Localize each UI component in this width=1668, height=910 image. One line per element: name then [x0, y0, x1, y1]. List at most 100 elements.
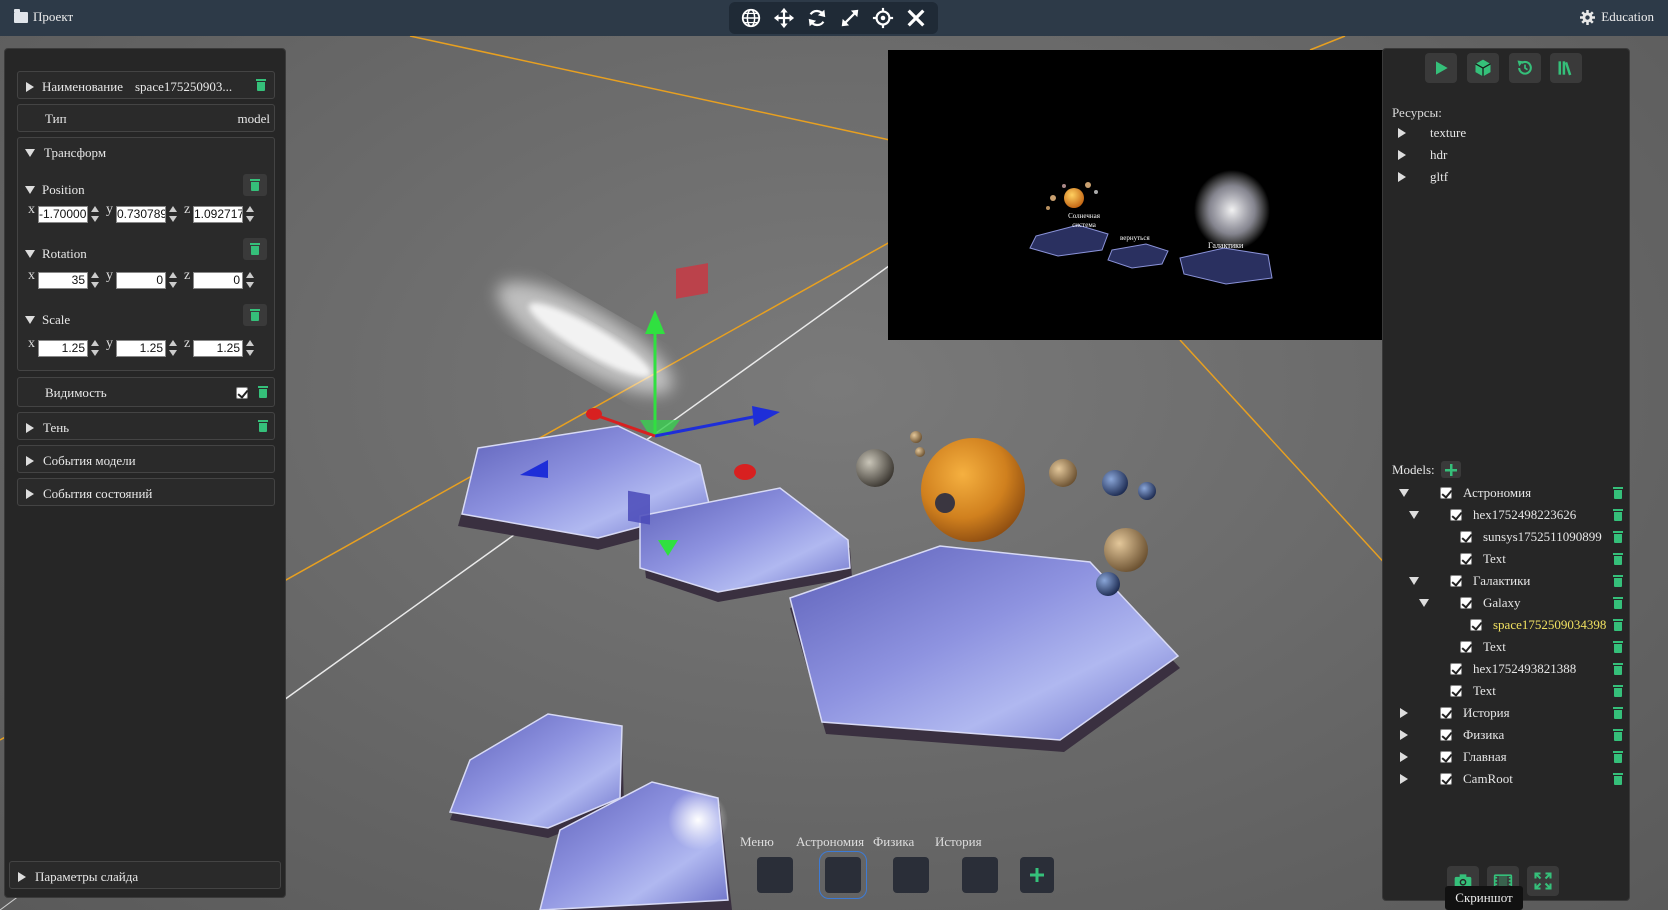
library-button[interactable] [1550, 53, 1582, 83]
visibility-checkbox[interactable] [1440, 773, 1452, 785]
add-slide-button[interactable] [1020, 857, 1054, 893]
expand-arrow-icon[interactable] [1400, 708, 1408, 718]
slide-thumbnail[interactable] [757, 857, 793, 893]
position-y-input[interactable]: 0.730789 [116, 206, 166, 223]
rotation-y-spinner[interactable] [169, 271, 177, 289]
add-model-button[interactable] [1440, 461, 1461, 478]
rotation-y-input[interactable]: 0 [116, 272, 166, 289]
trash-icon[interactable] [1613, 773, 1623, 785]
visibility-checkbox[interactable] [1450, 685, 1462, 697]
position-z-spinner[interactable] [246, 205, 254, 223]
visibility-checkbox[interactable] [1470, 619, 1482, 631]
scale-icon[interactable] [836, 4, 864, 32]
scale-x-spinner[interactable] [91, 339, 99, 357]
expand-arrow-icon[interactable] [1400, 752, 1408, 762]
tree-node[interactable]: Главная [1383, 747, 1629, 767]
position-y-spinner[interactable] [169, 205, 177, 223]
trash-icon[interactable] [258, 420, 268, 432]
move-icon[interactable] [770, 4, 798, 32]
model-events-row[interactable]: События модели [17, 445, 275, 473]
scale-z-spinner[interactable] [246, 339, 254, 357]
scale-x-input[interactable]: 1.25 [38, 340, 88, 357]
visibility-checkbox[interactable] [1460, 531, 1472, 543]
model-library-button[interactable] [1467, 53, 1499, 83]
visibility-checkbox[interactable] [236, 387, 248, 399]
tree-node[interactable]: Galaxy [1383, 593, 1629, 613]
collapse-arrow-icon[interactable] [1419, 599, 1429, 607]
scale-y-input[interactable]: 1.25 [116, 340, 166, 357]
rotation-header[interactable]: Rotation [25, 246, 87, 262]
tree-node[interactable]: Галактики [1383, 571, 1629, 591]
visibility-checkbox[interactable] [1440, 707, 1452, 719]
slide-thumbnail[interactable] [962, 857, 998, 893]
education-button[interactable]: Education [1580, 9, 1654, 25]
delete-model-icon[interactable] [256, 79, 266, 91]
trash-icon[interactable] [1613, 751, 1623, 763]
trash-icon[interactable] [1613, 531, 1623, 543]
rotation-x-spinner[interactable] [91, 271, 99, 289]
trash-icon[interactable] [1613, 509, 1623, 521]
trash-icon[interactable] [1613, 685, 1623, 697]
visibility-checkbox[interactable] [1460, 553, 1472, 565]
position-x-input[interactable]: -1.70000 [38, 206, 88, 223]
tree-node[interactable]: space1752509034398 [1383, 615, 1629, 635]
scale-z-input[interactable]: 1.25 [193, 340, 243, 357]
visibility-checkbox[interactable] [1440, 751, 1452, 763]
slide-params-row[interactable]: Параметры слайда [9, 861, 281, 889]
tree-node[interactable]: Физика [1383, 725, 1629, 745]
tree-node[interactable]: История [1383, 703, 1629, 723]
collapse-arrow-icon[interactable] [1409, 577, 1419, 585]
visibility-checkbox[interactable] [1440, 729, 1452, 741]
globe-icon[interactable] [737, 4, 765, 32]
visibility-checkbox[interactable] [1460, 597, 1472, 609]
trash-icon[interactable] [1613, 487, 1623, 499]
tree-node[interactable]: Text [1383, 549, 1629, 569]
trash-icon[interactable] [1613, 707, 1623, 719]
tree-node[interactable]: Text [1383, 681, 1629, 701]
name-row[interactable]: Наименование space175250903... [17, 71, 275, 99]
focus-icon[interactable] [869, 4, 897, 32]
rotate-icon[interactable] [803, 4, 831, 32]
tree-node[interactable]: Астрономия [1383, 483, 1629, 503]
trash-icon[interactable] [1613, 663, 1623, 675]
visibility-checkbox[interactable] [1450, 575, 1462, 587]
reset-scale-button[interactable] [243, 304, 267, 326]
rotation-z-input[interactable]: 0 [193, 272, 243, 289]
slide-thumbnail[interactable] [819, 851, 867, 899]
resource-folder[interactable]: texture [1398, 123, 1466, 143]
fullscreen-button[interactable] [1527, 866, 1559, 896]
trash-icon[interactable] [1613, 641, 1623, 653]
scale-header[interactable]: Scale [25, 312, 70, 328]
close-icon[interactable] [902, 4, 930, 32]
collapse-arrow-icon[interactable] [1399, 489, 1409, 497]
play-button[interactable] [1425, 53, 1457, 83]
project-button[interactable]: Проект [14, 8, 73, 25]
visibility-checkbox[interactable] [1450, 663, 1462, 675]
resource-folder[interactable]: hdr [1398, 145, 1447, 165]
tree-node[interactable]: hex1752493821388 [1383, 659, 1629, 679]
expand-arrow-icon[interactable] [1400, 774, 1408, 784]
history-button[interactable] [1509, 53, 1541, 83]
position-header[interactable]: Position [25, 182, 85, 198]
expand-arrow-icon[interactable] [26, 82, 34, 92]
trash-icon[interactable] [1613, 619, 1623, 631]
resource-folder[interactable]: gltf [1398, 167, 1448, 187]
shadow-row[interactable]: Тень [17, 412, 275, 440]
expand-arrow-icon[interactable] [1400, 730, 1408, 740]
transform-header[interactable]: Трансформ [25, 145, 106, 161]
trash-icon[interactable] [1613, 553, 1623, 565]
trash-icon[interactable] [258, 386, 268, 398]
reset-rotation-button[interactable] [243, 238, 267, 260]
tree-node[interactable]: CamRoot [1383, 769, 1629, 789]
tree-node[interactable]: hex1752498223626 [1383, 505, 1629, 525]
rotation-x-input[interactable]: 35 [38, 272, 88, 289]
slide-thumbnail[interactable] [893, 857, 929, 893]
position-x-spinner[interactable] [91, 205, 99, 223]
collapse-arrow-icon[interactable] [1409, 511, 1419, 519]
tree-node[interactable]: sunsys1752511090899 [1383, 527, 1629, 547]
scale-y-spinner[interactable] [169, 339, 177, 357]
state-events-row[interactable]: События состояний [17, 478, 275, 506]
visibility-checkbox[interactable] [1460, 641, 1472, 653]
tree-node[interactable]: Text [1383, 637, 1629, 657]
visibility-checkbox[interactable] [1450, 509, 1462, 521]
